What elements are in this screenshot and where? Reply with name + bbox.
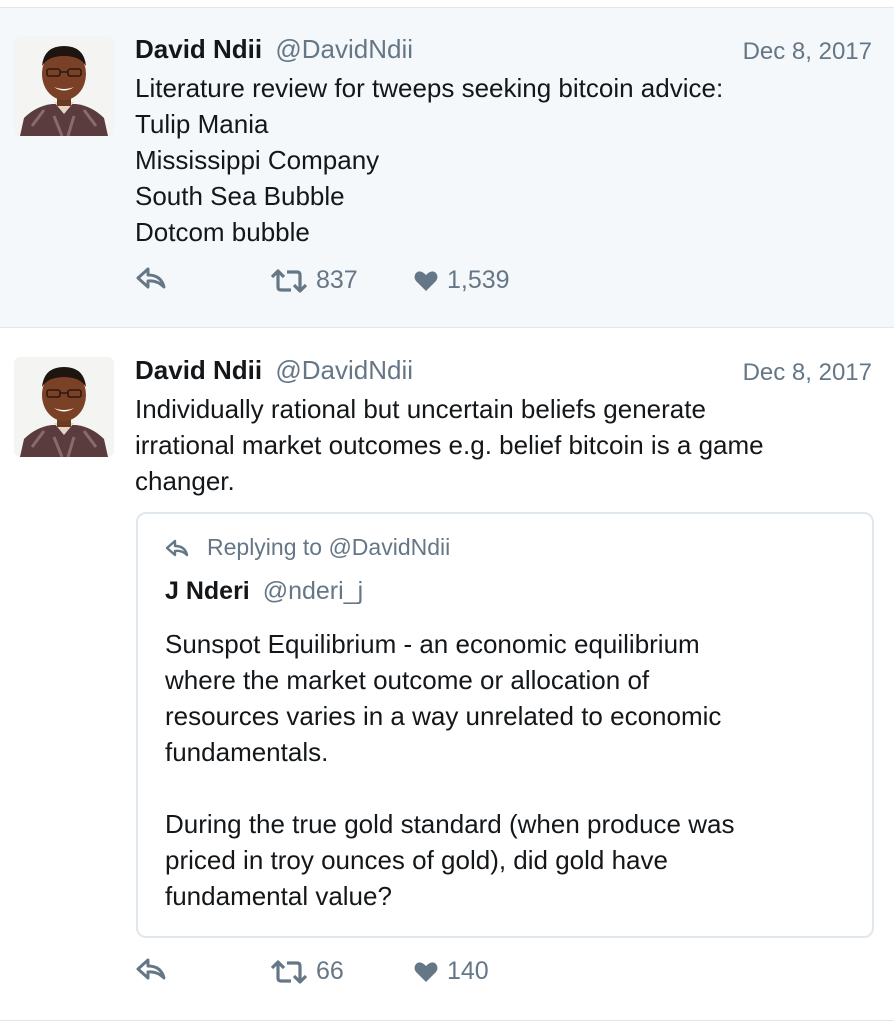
retweet-button[interactable]: 837 bbox=[270, 266, 358, 295]
author-name[interactable]: David Ndii bbox=[135, 355, 262, 385]
avatar-image bbox=[14, 36, 114, 136]
tweet-date[interactable]: Dec 8, 2017 bbox=[743, 38, 872, 66]
quoted-text-line: priced in troy ounces of gold), did gold… bbox=[165, 845, 668, 875]
tweet[interactable]: David Ndii @DavidNdii Dec 8, 2017 Litera… bbox=[0, 8, 894, 328]
reply-icon bbox=[136, 267, 166, 289]
tweet-text: Literature review for tweeps seeking bit… bbox=[135, 70, 870, 250]
like-button[interactable]: 1,539 bbox=[413, 266, 510, 295]
quoted-tweet-header: J Nderi @nderi_j bbox=[165, 577, 363, 606]
heart-icon bbox=[414, 961, 438, 982]
tweet-header: David Ndii @DavidNdii Dec 8, 2017 bbox=[135, 34, 872, 70]
tweet-text-line: irrational market outcomes e.g. belief b… bbox=[135, 430, 764, 460]
author-name[interactable]: David Ndii bbox=[135, 34, 262, 64]
tweet-text-line: Individually rational but uncertain beli… bbox=[135, 394, 706, 424]
quoted-text-line: where the market outcome or allocation o… bbox=[165, 665, 650, 695]
tweet-text-line: Mississippi Company bbox=[135, 145, 380, 175]
retweet-count: 66 bbox=[316, 957, 344, 985]
tweet-text-line: South Sea Bubble bbox=[135, 181, 345, 211]
quoted-tweet-text: Sunspot Equilibrium - an economic equili… bbox=[165, 626, 852, 914]
like-button[interactable]: 140 bbox=[413, 957, 489, 986]
tweet-header: David Ndii @DavidNdii Dec 8, 2017 bbox=[135, 355, 872, 391]
heart-icon bbox=[414, 270, 438, 291]
author-handle[interactable]: @DavidNdii bbox=[275, 34, 413, 64]
quoted-author-name[interactable]: J Nderi bbox=[165, 577, 250, 605]
tweet-text-line: Literature review for tweeps seeking bit… bbox=[135, 73, 724, 103]
reply-button[interactable] bbox=[135, 266, 167, 290]
tweet-text-line: changer. bbox=[135, 466, 235, 496]
quoted-author-handle[interactable]: @nderi_j bbox=[263, 577, 363, 605]
retweet-icon bbox=[270, 268, 308, 293]
tweet[interactable]: David Ndii @DavidNdii Dec 8, 2017 Indivi… bbox=[0, 329, 894, 1021]
reply-button[interactable] bbox=[135, 957, 167, 981]
quoted-text-line: fundamentals. bbox=[165, 737, 329, 767]
like-count: 1,539 bbox=[447, 266, 510, 294]
author-handle[interactable]: @DavidNdii bbox=[275, 355, 413, 385]
tweet-actions: 66 140 bbox=[135, 957, 635, 993]
quoted-text-line: Sunspot Equilibrium - an economic equili… bbox=[165, 629, 700, 659]
tweet-text-line: Dotcom bubble bbox=[135, 217, 310, 247]
like-count: 140 bbox=[447, 957, 489, 985]
reply-icon bbox=[136, 958, 166, 980]
quoted-text-line: fundamental value? bbox=[165, 881, 392, 911]
tweet-text-line: Tulip Mania bbox=[135, 109, 269, 139]
replying-to[interactable]: Replying to @DavidNdii bbox=[165, 534, 450, 561]
avatar[interactable] bbox=[14, 36, 114, 136]
quoted-tweet[interactable]: Replying to @DavidNdii J Nderi @nderi_j … bbox=[136, 512, 874, 938]
avatar-image bbox=[14, 357, 114, 457]
top-divider bbox=[0, 0, 894, 8]
quoted-text-line: During the true gold standard (when prod… bbox=[165, 809, 735, 839]
replying-to-text: Replying to @DavidNdii bbox=[207, 534, 451, 560]
tweet-date[interactable]: Dec 8, 2017 bbox=[743, 359, 872, 387]
avatar[interactable] bbox=[14, 357, 114, 457]
retweet-count: 837 bbox=[316, 266, 358, 294]
retweet-button[interactable]: 66 bbox=[270, 957, 344, 986]
reply-icon bbox=[165, 539, 189, 556]
tweet-text: Individually rational but uncertain beli… bbox=[135, 391, 870, 499]
tweet-actions: 837 1,539 bbox=[135, 266, 635, 302]
retweet-icon bbox=[270, 959, 308, 984]
quoted-text-line: resources varies in a way unrelated to e… bbox=[165, 701, 722, 731]
